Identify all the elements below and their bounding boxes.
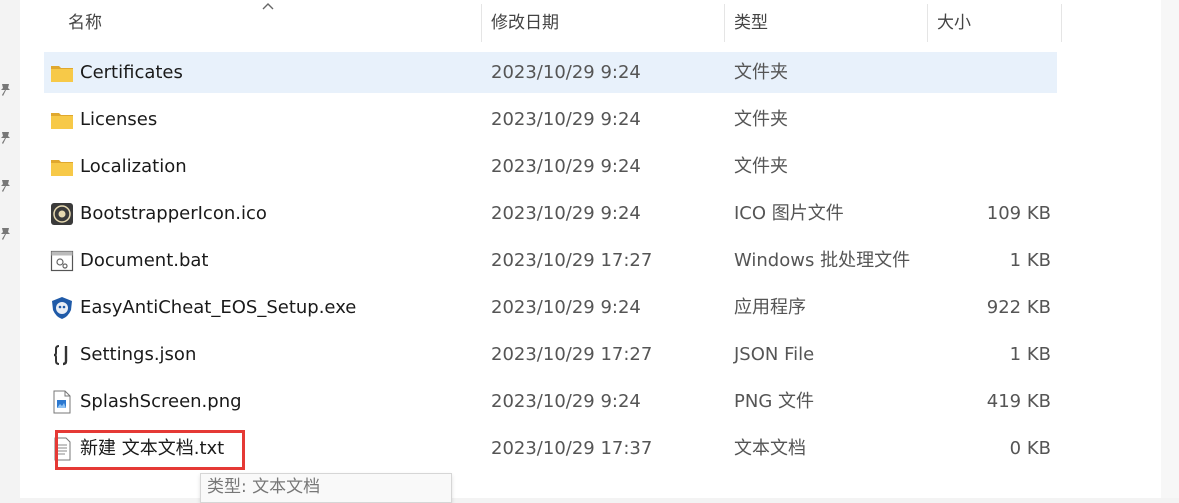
pin-icon[interactable] xyxy=(0,227,12,241)
file-date: 2023/10/29 9:24 xyxy=(491,156,641,177)
quick-access-pins xyxy=(0,0,20,498)
file-name: Localization xyxy=(80,156,187,177)
file-size: 0 KB xyxy=(1009,438,1051,459)
folder-icon xyxy=(51,160,73,176)
file-type-tooltip: 类型: 文本文档 xyxy=(200,473,452,503)
file-name: EasyAntiCheat_EOS_Setup.exe xyxy=(80,297,357,318)
exe-file-icon xyxy=(52,297,72,319)
file-name: Document.bat xyxy=(80,250,209,271)
file-type: 应用程序 xyxy=(734,297,806,318)
file-row[interactable]: Document.bat 2023/10/29 17:27 Windows 批处… xyxy=(44,240,1057,281)
file-type: Windows 批处理文件 xyxy=(734,250,911,271)
column-divider[interactable] xyxy=(724,4,725,42)
file-date: 2023/10/29 9:24 xyxy=(491,109,641,130)
file-type: 文件夹 xyxy=(734,62,788,83)
column-header-type[interactable]: 类型 xyxy=(734,0,768,46)
file-type: 文本文档 xyxy=(734,438,806,459)
file-size: 109 KB xyxy=(986,203,1051,224)
column-header: 名称 修改日期 类型 大小 xyxy=(20,0,1161,46)
file-row[interactable]: Licenses 2023/10/29 9:24 文件夹 xyxy=(44,99,1057,140)
file-name: Settings.json xyxy=(80,344,197,365)
file-type: 文件夹 xyxy=(734,156,788,177)
file-row[interactable]: Localization 2023/10/29 9:24 文件夹 xyxy=(44,146,1057,187)
file-date: 2023/10/29 9:24 xyxy=(491,62,641,83)
vertical-scrollbar[interactable] xyxy=(1161,0,1179,498)
file-row[interactable]: BootstrapperIcon.ico 2023/10/29 9:24 ICO… xyxy=(44,193,1057,234)
column-header-size[interactable]: 大小 xyxy=(937,0,971,46)
ico-file-icon xyxy=(51,203,73,225)
png-file-icon xyxy=(53,390,71,414)
folder-icon xyxy=(51,66,73,82)
column-divider[interactable] xyxy=(481,4,482,42)
file-date: 2023/10/29 9:24 xyxy=(491,391,641,412)
file-type: 文件夹 xyxy=(734,109,788,130)
file-name: Certificates xyxy=(80,62,183,83)
json-file-icon xyxy=(53,345,68,366)
sort-ascending-icon xyxy=(262,3,274,10)
pin-icon[interactable] xyxy=(0,179,12,193)
column-divider[interactable] xyxy=(1061,4,1062,42)
file-size: 1 KB xyxy=(1009,344,1051,365)
file-row[interactable]: Certificates 2023/10/29 9:24 文件夹 xyxy=(44,52,1057,93)
column-divider[interactable] xyxy=(927,4,928,42)
pin-icon[interactable] xyxy=(0,83,12,97)
file-date: 2023/10/29 17:27 xyxy=(491,344,653,365)
file-name: BootstrapperIcon.ico xyxy=(80,203,267,224)
column-header-name[interactable]: 名称 xyxy=(68,0,102,46)
file-list-pane: 名称 修改日期 类型 大小 Certificates 2023/10/29 9:… xyxy=(20,0,1161,498)
file-type: PNG 文件 xyxy=(734,391,814,412)
file-name: SplashScreen.png xyxy=(80,391,242,412)
batch-file-icon xyxy=(50,250,74,272)
file-row[interactable]: Settings.json 2023/10/29 17:27 JSON File… xyxy=(44,334,1057,375)
file-size: 419 KB xyxy=(986,391,1051,412)
file-size: 1 KB xyxy=(1009,250,1051,271)
file-type: ICO 图片文件 xyxy=(734,203,844,224)
column-header-date[interactable]: 修改日期 xyxy=(491,0,559,46)
pin-icon[interactable] xyxy=(0,131,12,145)
highlight-annotation-box xyxy=(55,430,245,470)
file-date: 2023/10/29 17:27 xyxy=(491,250,653,271)
file-size: 922 KB xyxy=(986,297,1051,318)
folder-icon xyxy=(51,113,73,129)
file-type: JSON File xyxy=(734,344,815,365)
file-row[interactable]: EasyAntiCheat_EOS_Setup.exe 2023/10/29 9… xyxy=(44,287,1057,328)
file-date: 2023/10/29 9:24 xyxy=(491,203,641,224)
file-name: Licenses xyxy=(80,109,158,130)
file-date: 2023/10/29 9:24 xyxy=(491,297,641,318)
file-row[interactable]: SplashScreen.png 2023/10/29 9:24 PNG 文件 … xyxy=(44,381,1057,422)
file-date: 2023/10/29 17:37 xyxy=(491,438,653,459)
